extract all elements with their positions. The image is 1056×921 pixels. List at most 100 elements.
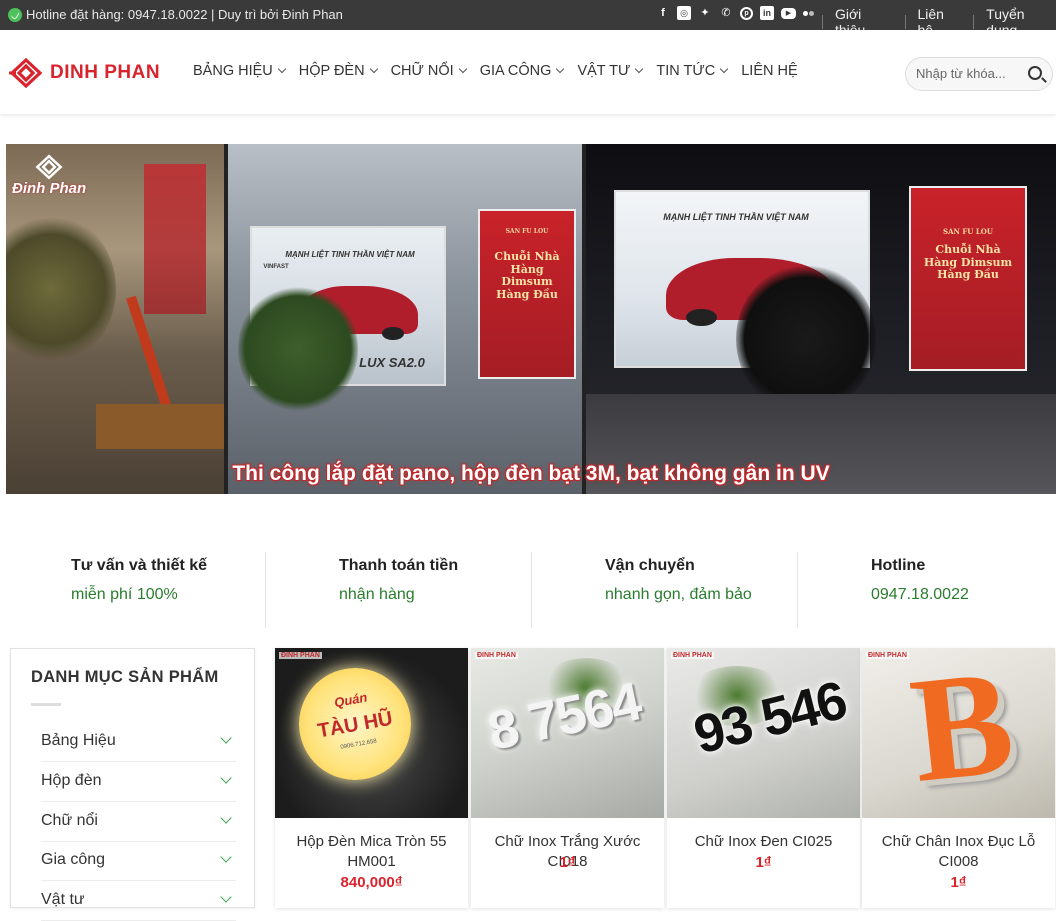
category-item-chu-noi[interactable]: Chữ nổi: [41, 802, 236, 842]
category-item-bang-hieu[interactable]: Bảng Hiệu: [41, 722, 236, 762]
divider: [531, 552, 532, 628]
product-watermark: ĐINH PHAN: [279, 652, 322, 659]
search-box: [905, 57, 1053, 91]
product-watermark: ĐINH PHAN: [671, 652, 714, 659]
nav-lien-he[interactable]: LIÊN HỆ: [741, 63, 797, 79]
nav-label: TIN TỨC: [656, 63, 716, 79]
phone-icon[interactable]: ✆: [719, 6, 733, 20]
pinterest-icon[interactable]: p: [740, 6, 753, 20]
truck-image: [96, 404, 224, 449]
feature-subtitle[interactable]: 0947.18.0022: [871, 586, 969, 604]
product-price: 840,000₫: [340, 874, 403, 891]
nav-tin-tuc[interactable]: TIN TỨC: [656, 63, 729, 79]
category-label: Gia công: [41, 851, 106, 868]
divider: [973, 15, 975, 29]
linkedin-icon[interactable]: in: [760, 6, 774, 20]
chevron-down-icon: [369, 64, 378, 74]
chevron-down-icon: [719, 64, 729, 74]
search-icon[interactable]: [1028, 66, 1042, 80]
chevron-down-icon[interactable]: [220, 851, 232, 863]
social-links: f ◎ ✦ ✆ p in ▶: [656, 6, 814, 20]
nav-gia-cong[interactable]: GIA CÔNG: [480, 63, 565, 79]
chevron-down-icon: [635, 64, 644, 74]
feature-subtitle: nhận hàng: [339, 586, 415, 603]
divider: [822, 15, 823, 29]
flickr-icon[interactable]: [803, 10, 814, 16]
billboard-dimsum: SAN FU LOU Chuỗi Nhà Hàng Dimsum Hàng Đầ…: [478, 209, 576, 379]
top-bar: Hotline đặt hàng: 0947.18.0022 | Duy trì…: [0, 0, 1056, 38]
product-card[interactable]: ĐINH PHAN B Chữ Chân Inox Đục Lỗ CI008 1…: [862, 648, 1055, 908]
category-label: Bảng Hiệu: [41, 732, 116, 749]
logo-text: DINH PHAN: [50, 62, 161, 83]
billboard-red-text: Chuỗi Nhà Hàng Dimsum Hàng Đầu: [923, 243, 1013, 282]
billboard-dimsum-lit: SAN FU LOU Chuỗi Nhà Hàng Dimsum Hàng Đầ…: [909, 186, 1027, 371]
chevron-down-icon[interactable]: [220, 772, 232, 784]
product-image[interactable]: ĐINH PHAN 93 546: [667, 648, 860, 818]
billboard-slogan: MẠNH LIỆT TINH THẦN VIỆT NAM: [285, 250, 415, 259]
category-item-vat-tu[interactable]: Vật tư: [41, 881, 236, 921]
nav-vat-tu[interactable]: VẬT TƯ: [577, 63, 644, 79]
category-item-hop-den[interactable]: Hộp đèn: [41, 762, 236, 802]
site-logo[interactable]: DINH PHAN: [8, 58, 160, 88]
sidebar-title: DANH MỤC SẢN PHẨM: [31, 668, 219, 686]
banner-photo-facade: MẠNH LIỆT TINH THẦN VIỆT NAM VINFAST LUX…: [228, 144, 582, 494]
nav-hop-den[interactable]: HỘP ĐÈN: [299, 63, 378, 79]
tree-image: [736, 264, 876, 414]
divider: [265, 552, 266, 628]
product-name[interactable]: Hộp Đèn Mica Tròn 55 HM001: [281, 832, 462, 871]
watermark-logo: Đinh Phan: [12, 154, 86, 197]
product-image[interactable]: ĐINH PHAN B: [862, 648, 1055, 818]
feature-strip: Tư vấn và thiết kế miễn phí 100% Thanh t…: [0, 548, 1056, 628]
chevron-down-icon[interactable]: [220, 732, 232, 744]
chevron-down-icon[interactable]: [220, 812, 232, 824]
search-input[interactable]: [916, 66, 1026, 81]
facebook-icon[interactable]: f: [656, 6, 670, 20]
product-price: 1₫: [755, 854, 772, 871]
title-underline: [31, 703, 61, 706]
product-watermark: ĐINH PHAN: [866, 652, 909, 659]
inox-letters: 8 7564: [482, 671, 645, 763]
nav-label: LIÊN HỆ: [741, 63, 798, 79]
logo-icon: [9, 58, 43, 88]
hero-banner[interactable]: Đinh Phan MẠNH LIỆT TINH THẦN VIỆT NAM V…: [6, 144, 1056, 494]
product-card[interactable]: ĐINH PHAN Quán TÀU HŨ 0906.712.658 Hộp Đ…: [275, 648, 468, 908]
watermark-text: Đinh Phan: [12, 180, 87, 197]
billboard-red-brand: SAN FU LOU: [943, 227, 993, 236]
round-lightbox: Quán TÀU HŨ 0906.712.658: [290, 659, 420, 789]
billboard-brand: VINFAST: [263, 264, 289, 270]
chevron-down-icon[interactable]: [220, 891, 232, 903]
product-image[interactable]: ĐINH PHAN Quán TÀU HŨ 0906.712.658: [275, 648, 468, 818]
category-label: Hộp đèn: [41, 772, 102, 789]
nav-label: VẬT TƯ: [577, 63, 631, 79]
nav-chu-noi[interactable]: CHỮ NỔI: [390, 63, 467, 79]
whatsapp-icon: [8, 7, 22, 22]
youtube-icon[interactable]: ▶: [781, 7, 796, 19]
feature-title: Thanh toán tiền: [339, 557, 459, 574]
category-label: Chữ nổi: [41, 812, 98, 829]
billboard-red-text: Chuỗi Nhà Hàng Dimsum Hàng Đầu: [494, 250, 560, 301]
logo-icon: [35, 154, 63, 180]
product-watermark: ĐINH PHAN: [475, 652, 518, 659]
hotline-info: Hotline đặt hàng: 0947.18.0022 | Duy trì…: [8, 7, 343, 22]
twitter-icon[interactable]: ✦: [698, 6, 712, 20]
chevron-down-icon: [277, 64, 287, 74]
product-card[interactable]: ĐINH PHAN 93 546 Chữ Inox Đen CI025 1₫: [667, 648, 860, 908]
nav-label: BẢNG HIỆU: [193, 63, 273, 79]
banner-caption: Thi công lắp đặt pano, hộp đèn bạt 3M, b…: [232, 462, 830, 485]
product-card[interactable]: ĐINH PHAN 8 7564 Chữ Inox Trắng Xước CI0…: [471, 648, 664, 908]
feature-title: Vận chuyển: [605, 557, 695, 574]
instagram-icon[interactable]: ◎: [677, 6, 691, 20]
category-item-gia-cong[interactable]: Gia công: [41, 841, 236, 881]
product-name[interactable]: Chữ Inox Đen CI025: [673, 832, 854, 852]
tree-image: [238, 284, 358, 414]
product-price: 1₫: [950, 874, 967, 891]
product-image[interactable]: ĐINH PHAN 8 7564: [471, 648, 664, 818]
nav-label: CHỮ NỔI: [390, 63, 454, 79]
product-name[interactable]: Chữ Chân Inox Đục Lỗ CI008: [868, 832, 1049, 871]
chevron-down-icon: [458, 64, 467, 74]
banner-photo-night: MẠNH LIỆT TINH THẦN VIỆT NAM SAN FU LOU …: [586, 144, 1056, 494]
feature-subtitle: miễn phí 100%: [71, 586, 178, 603]
nav-bang-hieu[interactable]: BẢNG HIỆU: [193, 63, 287, 79]
category-sidebar: DANH MỤC SẢN PHẨM Bảng Hiệu Hộp đèn Chữ …: [10, 648, 255, 921]
hotline-text: Hotline đặt hàng: 0947.18.0022 | Duy trì…: [26, 7, 343, 22]
